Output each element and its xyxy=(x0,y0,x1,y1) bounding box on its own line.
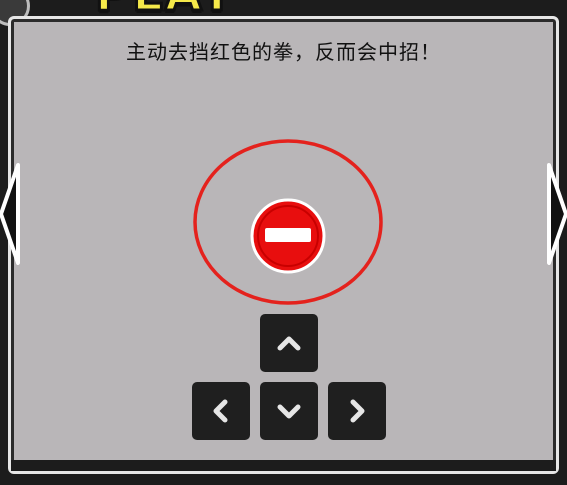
chevron-down-icon xyxy=(277,404,301,419)
title-banner: HOW TO PLAY xyxy=(95,0,455,16)
chevron-left-icon xyxy=(213,399,228,423)
no-entry-block-icon xyxy=(250,198,326,274)
left-arrow-key[interactable] xyxy=(192,382,250,440)
next-page-arrow-icon[interactable] xyxy=(547,163,567,265)
chevron-right-icon xyxy=(350,399,365,423)
instruction-text: 主动去挡红色的拳，反而会中招！ xyxy=(126,40,441,64)
previous-page-arrow-icon[interactable] xyxy=(0,163,20,265)
how-to-play-screen: HOW TO PLAY 主动去挡红色的拳，反而会中招！ xyxy=(0,0,567,485)
chevron-up-icon xyxy=(277,336,301,351)
up-arrow-key[interactable] xyxy=(260,314,318,372)
title-text: HOW TO PLAY xyxy=(95,0,455,16)
down-arrow-key[interactable] xyxy=(260,382,318,440)
right-arrow-key[interactable] xyxy=(328,382,386,440)
panel-bottom-trim xyxy=(11,460,556,471)
